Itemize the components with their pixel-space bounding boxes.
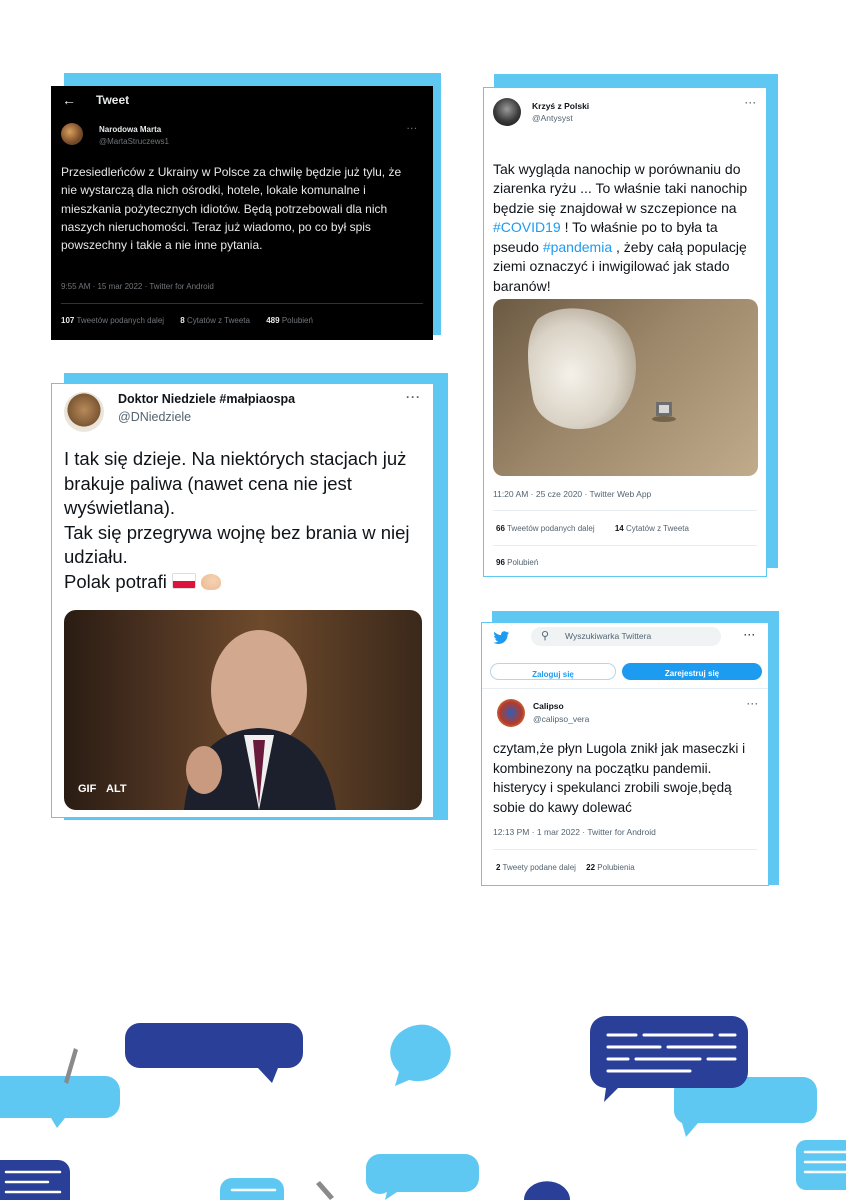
avatar[interactable] bbox=[61, 123, 83, 145]
divider bbox=[493, 545, 757, 546]
tweet-text: czytam,że płyn Lugola znikł jak maseczki… bbox=[493, 741, 746, 815]
author-name[interactable]: Krzyś z Polski bbox=[532, 101, 589, 111]
speech-bubble-icon bbox=[365, 1154, 479, 1200]
like-count[interactable]: 96 Polubień bbox=[496, 558, 538, 567]
tweet-timestamp[interactable]: 12:13 PM · 1 mar 2022 · Twitter for Andr… bbox=[493, 827, 656, 837]
tweet-card-calipso: ⚲ Wyszukiwarka Twittera ··· Zaloguj się … bbox=[481, 622, 769, 886]
quote-count[interactable]: 8 Cytatów z Tweeta bbox=[180, 316, 250, 325]
flexed-biceps-icon bbox=[201, 573, 222, 590]
like-count[interactable]: 22 Polubienia bbox=[586, 863, 635, 872]
retweet-count[interactable]: 107 Tweetów podanych dalej bbox=[61, 316, 164, 325]
divider bbox=[493, 510, 757, 511]
pencil-icon bbox=[316, 1181, 334, 1200]
tweet-card-narodowa-marta: ← Tweet Narodowa Marta @MartaStruczews1 … bbox=[51, 86, 433, 340]
author-name[interactable]: Calipso bbox=[533, 701, 564, 711]
poland-flag-icon bbox=[171, 572, 196, 589]
more-icon[interactable]: ··· bbox=[407, 124, 418, 133]
tweet-timestamp[interactable]: 9:55 AM · 15 mar 2022 · Twitter for Andr… bbox=[61, 282, 214, 291]
tweet-card-doktor-niedziele: Doktor Niedziele #małpiaospa @DNiedziele… bbox=[51, 383, 434, 818]
divider bbox=[61, 303, 423, 304]
speech-bubble-icon bbox=[0, 1076, 120, 1128]
author-handle[interactable]: @Antysyst bbox=[532, 113, 573, 123]
hashtag-pandemia[interactable]: #pandemia bbox=[543, 239, 612, 255]
speech-bubble-icon bbox=[390, 1024, 451, 1086]
avatar[interactable] bbox=[493, 98, 521, 126]
divider bbox=[482, 688, 768, 689]
speech-bubble-icon bbox=[0, 1160, 70, 1200]
gif-badge: GIF bbox=[78, 783, 97, 795]
speech-bubbles-decoration bbox=[0, 1016, 846, 1200]
more-icon[interactable]: ··· bbox=[744, 630, 756, 640]
tweet-text: Przesiedleńców z Ukrainy w Polsce za chw… bbox=[61, 165, 402, 253]
divider bbox=[493, 849, 757, 850]
author-name[interactable]: Doktor Niedziele #małpiaospa bbox=[118, 392, 295, 406]
search-input[interactable]: ⚲ Wyszukiwarka Twittera bbox=[531, 627, 721, 646]
hashtag-covid19[interactable]: #COVID19 bbox=[493, 219, 561, 235]
search-placeholder: Wyszukiwarka Twittera bbox=[565, 631, 652, 641]
alt-badge[interactable]: ALT bbox=[106, 783, 127, 795]
tweet-image-rice-and-chip[interactable] bbox=[493, 299, 758, 476]
tweet-stats: 66 Tweetów podanych dalej 14 Cytatów z T… bbox=[496, 524, 689, 533]
back-arrow-icon[interactable]: ← bbox=[62, 92, 76, 108]
author-handle[interactable]: @MartaStruczews1 bbox=[99, 137, 169, 146]
quote-count[interactable]: 14 Cytatów z Tweeta bbox=[615, 524, 689, 533]
speech-bubble-icon bbox=[796, 1140, 846, 1190]
like-count[interactable]: 489 Polubień bbox=[266, 316, 313, 325]
signup-button[interactable]: Zarejestruj się bbox=[622, 663, 762, 680]
author-handle[interactable]: @calipso_vera bbox=[533, 714, 589, 724]
retweet-count[interactable]: 2 Tweety podane dalej bbox=[496, 863, 576, 872]
avatar[interactable] bbox=[64, 392, 104, 432]
tweet-stats: 107 Tweetów podanych dalej 8 Cytatów z T… bbox=[61, 316, 313, 325]
author-name[interactable]: Narodowa Marta bbox=[99, 125, 161, 134]
tweet-text: Tak wygląda nanochip w porównaniu do zia… bbox=[493, 160, 748, 294]
page-title: Tweet bbox=[96, 93, 130, 107]
search-icon: ⚲ bbox=[541, 630, 550, 642]
tweet-gif-media[interactable]: GIF ALT bbox=[64, 610, 422, 810]
speech-bubble-icon bbox=[125, 1023, 303, 1083]
author-handle[interactable]: @DNiedziele bbox=[118, 410, 191, 424]
speech-bubble-icon bbox=[524, 1181, 570, 1200]
more-icon[interactable]: ··· bbox=[406, 390, 421, 404]
tweet-stats: 2 Tweety podane dalej 22 Polubienia bbox=[496, 863, 635, 872]
retweet-count[interactable]: 66 Tweetów podanych dalej bbox=[496, 524, 595, 533]
avatar[interactable] bbox=[497, 699, 525, 727]
more-icon[interactable]: ··· bbox=[747, 699, 759, 709]
tweet-card-krzys-z-polski: Krzyś z Polski @Antysyst ··· Tak wygląda… bbox=[483, 87, 767, 577]
tweet-timestamp[interactable]: 11:20 AM · 25 cze 2020 · Twitter Web App bbox=[493, 489, 651, 499]
tweet-text: I tak się dzieje. Na niektórych stacjach… bbox=[64, 448, 410, 592]
login-button[interactable]: Zaloguj się bbox=[490, 663, 616, 680]
more-icon[interactable]: ··· bbox=[745, 98, 757, 108]
twitter-logo-icon[interactable] bbox=[493, 631, 510, 645]
